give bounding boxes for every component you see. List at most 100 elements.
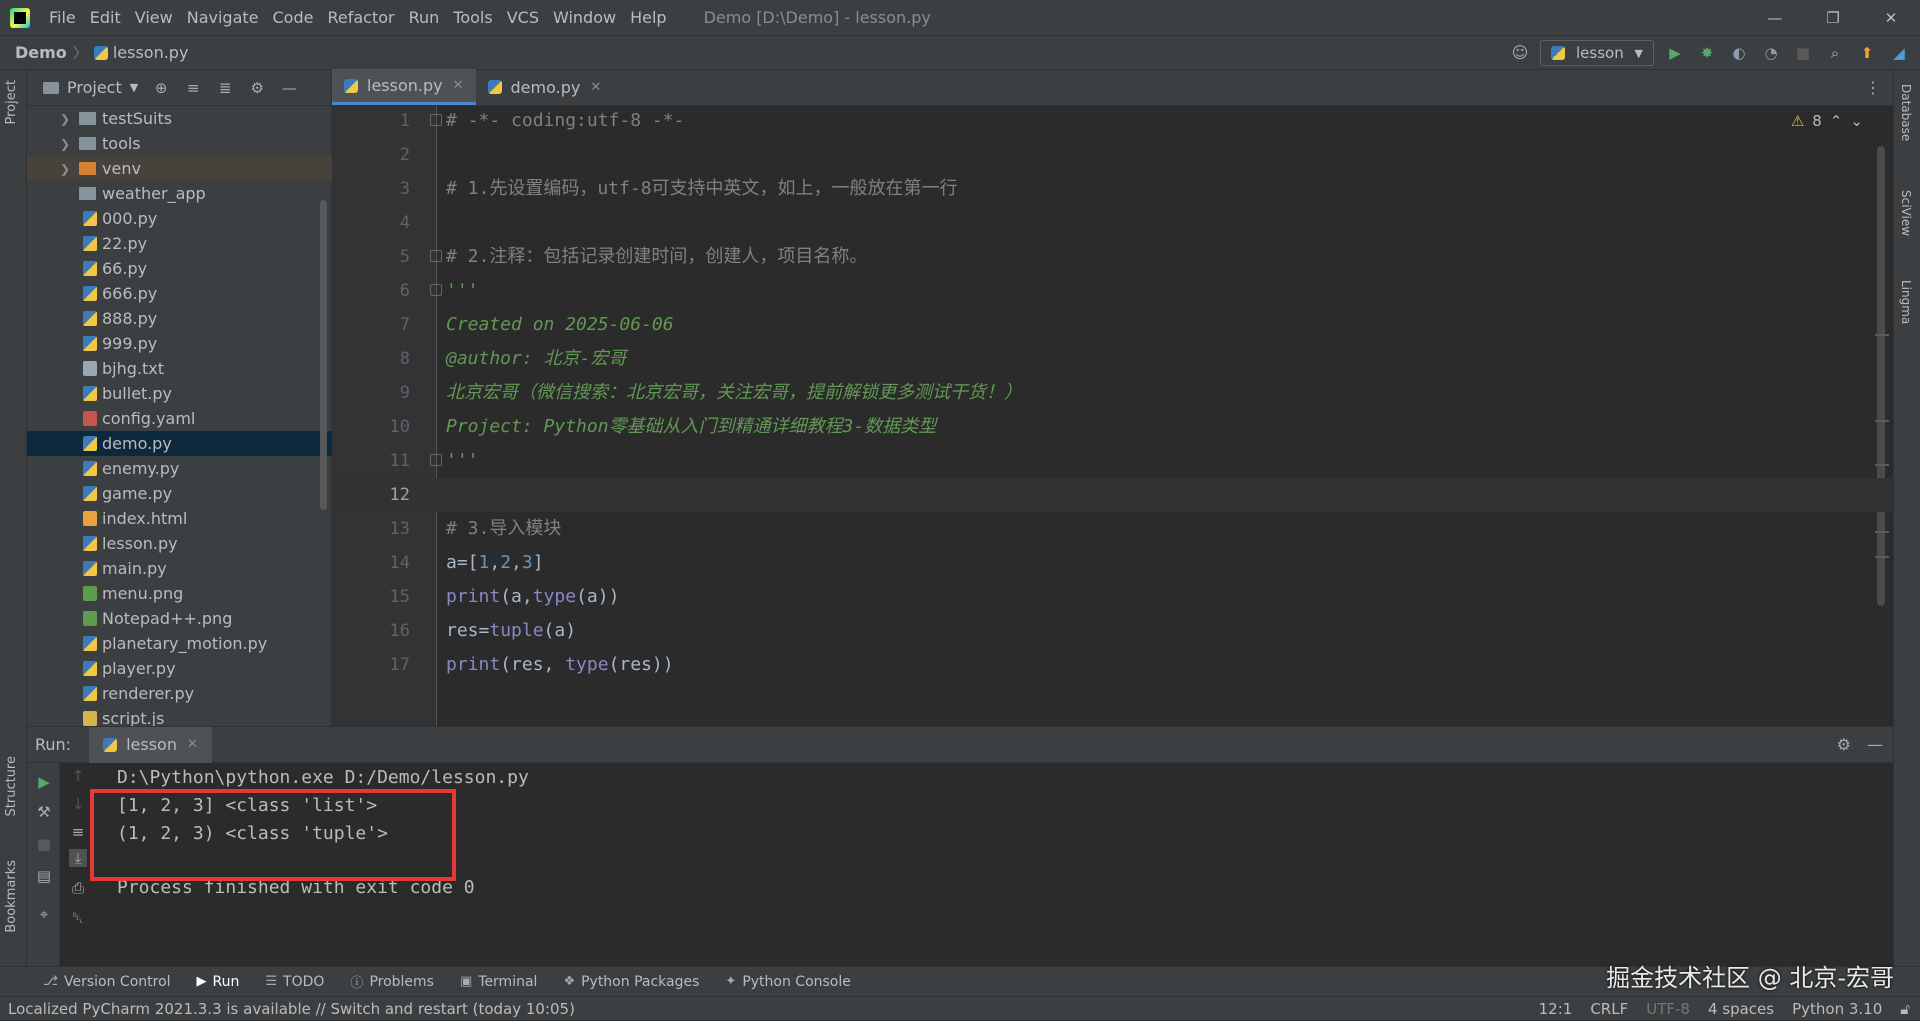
rerun-icon[interactable]: ▶ [35, 773, 53, 791]
chevron-right-icon[interactable]: ❯ [57, 137, 73, 151]
caret-position[interactable]: 12:1 [1539, 1000, 1573, 1018]
tree-item[interactable]: ❯ tools [27, 131, 332, 156]
fold-marker-icon[interactable] [430, 114, 442, 126]
tab-todo[interactable]: ☰ TODO [252, 974, 337, 990]
project-panel-title[interactable]: Project [67, 78, 122, 97]
indent-setting[interactable]: 4 spaces [1708, 1000, 1774, 1018]
run-configuration-selector[interactable]: lesson ▼ [1540, 40, 1654, 66]
fold-marker-icon[interactable] [430, 454, 442, 466]
arrow-down-icon[interactable]: ↓ [69, 795, 87, 813]
breadcrumb-project[interactable]: Demo [15, 43, 67, 62]
menu-help[interactable]: Help [623, 0, 673, 36]
menu-tools[interactable]: Tools [446, 0, 499, 36]
menu-file[interactable]: File [42, 0, 83, 36]
menu-vcs[interactable]: VCS [500, 0, 546, 36]
stop-icon[interactable]: ■ [35, 835, 53, 853]
fold-marker-icon[interactable] [430, 250, 442, 262]
run-tab-lesson[interactable]: lesson ✕ [89, 726, 212, 763]
fold-marker-icon[interactable] [430, 284, 442, 296]
project-tool-tab[interactable]: Project [4, 80, 19, 124]
code-line[interactable]: 1 # -*- coding:utf-8 -*- [332, 106, 1893, 138]
tree-item[interactable]: menu.png [27, 581, 332, 606]
tree-item[interactable]: 22.py [27, 231, 332, 256]
stop-icon[interactable]: ■ [1792, 42, 1814, 64]
code-line[interactable]: 12 [332, 478, 1893, 512]
search-icon[interactable]: ⌕ [1824, 42, 1846, 64]
close-window-icon[interactable]: ✕ [1862, 0, 1920, 36]
menu-edit[interactable]: Edit [83, 0, 128, 36]
gear-icon[interactable]: ⚙ [248, 79, 266, 97]
code-line[interactable]: 16 res=tuple(a) [332, 614, 1893, 648]
tree-item[interactable]: planetary_motion.py [27, 631, 332, 656]
wrench-icon[interactable]: ⚒ [35, 803, 53, 821]
code-line[interactable]: 6 ''' [332, 274, 1893, 308]
tree-item[interactable]: 666.py [27, 281, 332, 306]
menu-code[interactable]: Code [266, 0, 321, 36]
tree-item[interactable]: Notepad++.png [27, 606, 332, 631]
tree-item[interactable]: ❯ venv [27, 156, 332, 181]
print-icon[interactable]: ⎙ [69, 879, 87, 897]
code-line[interactable]: 15 print(a,type(a)) [332, 580, 1893, 614]
code-line[interactable]: 5 # 2.注释：包括记录创建时间，创建人，项目名称。 [332, 240, 1893, 274]
tree-item[interactable]: bjhg.txt [27, 356, 332, 381]
pin-icon[interactable]: ⌖ [35, 905, 53, 923]
restore-icon[interactable]: ❐ [1804, 0, 1862, 36]
scroll-to-end-icon[interactable]: ⤓ [69, 849, 87, 867]
python-interpreter[interactable]: Python 3.10 [1792, 1000, 1882, 1018]
tree-item[interactable]: bullet.py [27, 381, 332, 406]
tree-item[interactable]: ❯ testSuits [27, 106, 332, 131]
arrow-up-icon[interactable]: ↑ [69, 767, 87, 785]
close-icon[interactable]: ✕ [187, 737, 198, 752]
trash-icon[interactable]: ␡ [69, 909, 87, 927]
tree-item[interactable]: lesson.py [27, 531, 332, 556]
menu-run[interactable]: Run [402, 0, 447, 36]
tree-scrollbar[interactable] [320, 200, 327, 510]
debug-icon[interactable]: ✸ [1696, 42, 1718, 64]
tab-terminal[interactable]: ▣ Terminal [447, 974, 550, 990]
file-encoding[interactable]: UTF-8 [1646, 1000, 1690, 1018]
tree-item[interactable]: config.yaml [27, 406, 332, 431]
chevron-right-icon[interactable]: ❯ [57, 112, 73, 126]
update-icon[interactable]: ⬆ [1856, 42, 1878, 64]
expand-all-icon[interactable]: ≡ [184, 79, 202, 97]
layout-icon[interactable]: ▤ [35, 867, 53, 885]
code-line[interactable]: 10 Project: Python零基础从入门到精通详细教程3-数据类型 [332, 410, 1893, 444]
lingma-tool-tab[interactable]: Lingma [1899, 280, 1913, 324]
plugin-icon[interactable]: ◢ [1888, 42, 1910, 64]
code-line[interactable]: 4 [332, 206, 1893, 240]
chevron-right-icon[interactable]: ❯ [57, 162, 73, 176]
structure-tool-tab[interactable]: Structure [4, 756, 19, 816]
bookmarks-tool-tab[interactable]: Bookmarks [4, 860, 19, 933]
code-line[interactable]: 7 Created on 2025-06-06 [332, 308, 1893, 342]
menu-window[interactable]: Window [546, 0, 623, 36]
tree-item[interactable]: renderer.py [27, 681, 332, 706]
code-area[interactable]: ⚠ 8 ⌃ ⌄ 1 # -*- coding:utf-8 -*- 2 3 # 1.先设置… [332, 106, 1893, 726]
tab-version-control[interactable]: ⎇ Version Control [30, 974, 184, 990]
tree-item[interactable]: index.html [27, 506, 332, 531]
tree-item[interactable]: main.py [27, 556, 332, 581]
close-icon[interactable]: ✕ [590, 80, 601, 95]
tab-python-console[interactable]: ✦ Python Console [712, 974, 863, 990]
tree-item[interactable]: 999.py [27, 331, 332, 356]
hide-icon[interactable]: — [280, 79, 298, 97]
menu-refactor[interactable]: Refactor [320, 0, 401, 36]
tab-lesson-py[interactable]: lesson.py ✕ [332, 69, 476, 105]
code-line[interactable]: 2 [332, 138, 1893, 172]
code-line[interactable]: 9 北京宏哥（微信搜索：北京宏哥，关注宏哥，提前解锁更多测试干货！） [332, 376, 1893, 410]
sciview-tool-tab[interactable]: SciView [1899, 190, 1913, 236]
tree-item[interactable]: game.py [27, 481, 332, 506]
code-line[interactable]: 17 print(res, type(res)) [332, 648, 1893, 682]
menu-view[interactable]: View [128, 0, 180, 36]
collapse-all-icon[interactable]: ≣ [216, 79, 234, 97]
tab-python-packages[interactable]: ❖ Python Packages [550, 974, 712, 990]
code-line[interactable]: 3 # 1.先设置编码，utf-8可支持中英文，如上，一般放在第一行 [332, 172, 1893, 206]
chevron-down-icon[interactable]: ▼ [130, 81, 138, 94]
tree-item[interactable]: 888.py [27, 306, 332, 331]
tree-item[interactable]: weather_app [27, 181, 332, 206]
hide-icon[interactable]: — [1867, 735, 1883, 754]
tab-demo-py[interactable]: demo.py ✕ [476, 69, 614, 105]
code-line[interactable]: 14 a=[1,2,3] [332, 546, 1893, 580]
tab-problems[interactable]: ⓘ Problems [337, 972, 447, 992]
profile-icon[interactable]: ◔ [1760, 42, 1782, 64]
locate-icon[interactable]: ⊕ [152, 79, 170, 97]
